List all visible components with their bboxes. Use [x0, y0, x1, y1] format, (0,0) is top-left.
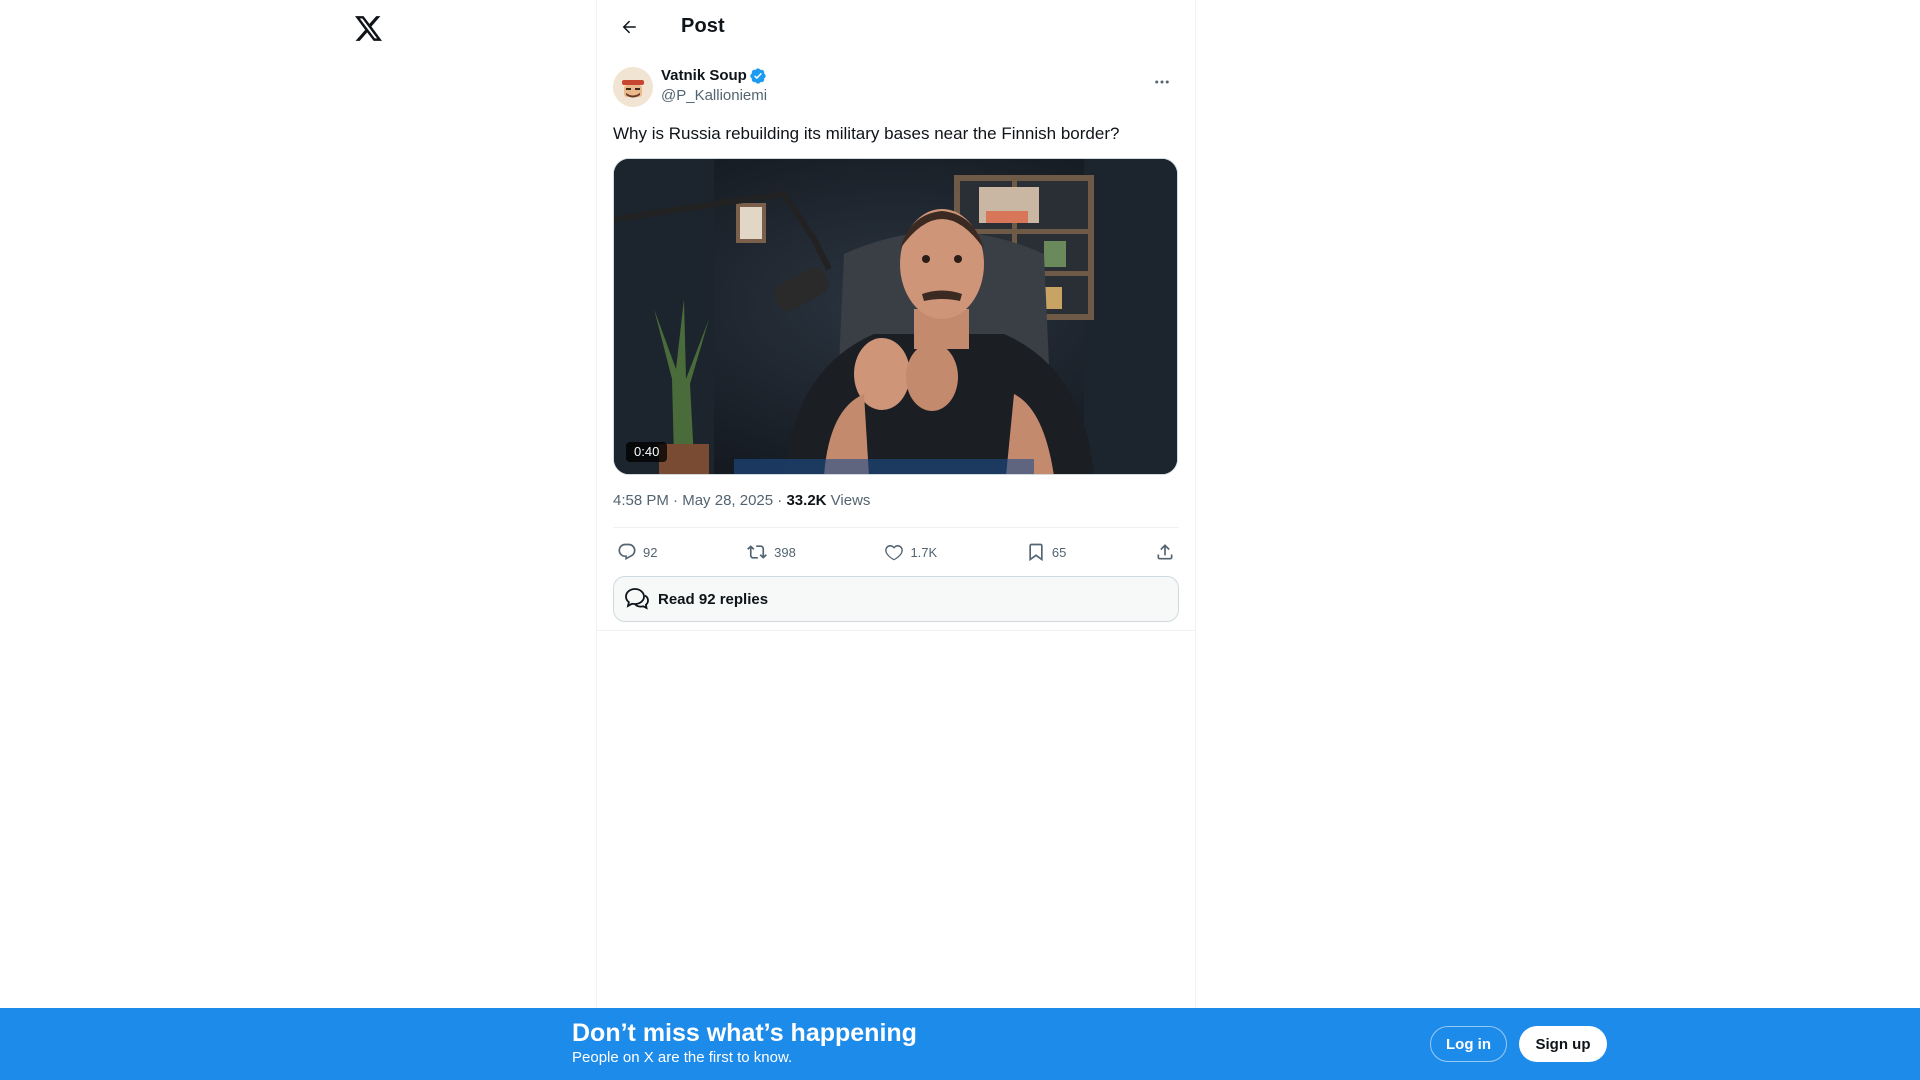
avatar[interactable]	[613, 67, 653, 107]
meta-separator: ·	[673, 492, 683, 509]
bookmark-icon	[1026, 542, 1046, 562]
banner-text: Don’t miss what’s happening People on X …	[572, 1018, 917, 1068]
back-button[interactable]	[611, 9, 647, 45]
arrow-left-icon	[622, 20, 636, 33]
views-count: 33.2K	[786, 492, 831, 509]
more-horizontal-icon	[1155, 80, 1169, 84]
repost-count: 398	[774, 544, 796, 560]
signup-button[interactable]: Sign up	[1519, 1026, 1607, 1062]
reply-icon	[617, 542, 637, 562]
post-time[interactable]: 4:58 PM	[613, 492, 669, 509]
verified-badge-icon[interactable]	[749, 67, 767, 85]
video-player[interactable]: 0:40	[613, 158, 1178, 475]
video-duration: 0:40	[626, 442, 668, 462]
page: Post Vatnik Soup @P_Kallioniemi Why is R…	[0, 0, 1920, 1080]
reply-button[interactable]: 92	[617, 542, 657, 562]
more-options-button[interactable]	[1145, 65, 1179, 99]
banner-title: Don’t miss what’s happening	[572, 1019, 917, 1047]
video-thumbnail	[614, 159, 1177, 474]
page-title: Post	[681, 15, 725, 37]
post-text: Why is Russia rebuilding its military ba…	[613, 124, 1120, 143]
like-button[interactable]: 1.7K	[884, 542, 937, 562]
author-row: Vatnik Soup @P_Kallioniemi	[613, 65, 1179, 109]
bookmark-button[interactable]: 65	[1026, 542, 1066, 562]
signup-banner: Don’t miss what’s happening People on X …	[0, 1008, 1920, 1080]
post: Vatnik Soup @P_Kallioniemi Why is Russia…	[597, 53, 1195, 631]
author-display-name[interactable]: Vatnik Soup	[661, 66, 747, 86]
replies-bubble-icon	[624, 586, 650, 612]
action-bar: 92 398 1.7K 65	[613, 528, 1179, 576]
reply-count: 92	[643, 544, 658, 560]
read-replies-label: Read 92 replies	[658, 590, 769, 608]
read-replies-button[interactable]: Read 92 replies	[613, 576, 1179, 622]
login-button[interactable]: Log in	[1430, 1026, 1507, 1062]
repost-button[interactable]: 398	[746, 542, 796, 562]
like-count: 1.7K	[910, 544, 938, 560]
post-date[interactable]: May 28, 2025	[682, 492, 773, 509]
share-icon	[1155, 542, 1175, 562]
author-handle[interactable]: @P_Kallioniemi	[661, 86, 767, 106]
main-column: Post Vatnik Soup @P_Kallioniemi Why is R…	[596, 0, 1196, 1080]
share-button[interactable]	[1155, 542, 1175, 562]
heart-icon	[884, 542, 904, 562]
views-label: Views	[830, 492, 871, 509]
post-meta: 4:58 PM · May 28, 2025 · 33.2K Views	[613, 491, 1179, 528]
x-logo-icon[interactable]	[352, 12, 384, 44]
page-header: Post	[597, 0, 1195, 53]
repost-icon	[746, 542, 768, 562]
bookmark-count: 65	[1051, 544, 1067, 560]
banner-subtitle: People on X are the first to know.	[572, 1049, 793, 1066]
author-meta: Vatnik Soup @P_Kallioniemi	[661, 66, 767, 106]
